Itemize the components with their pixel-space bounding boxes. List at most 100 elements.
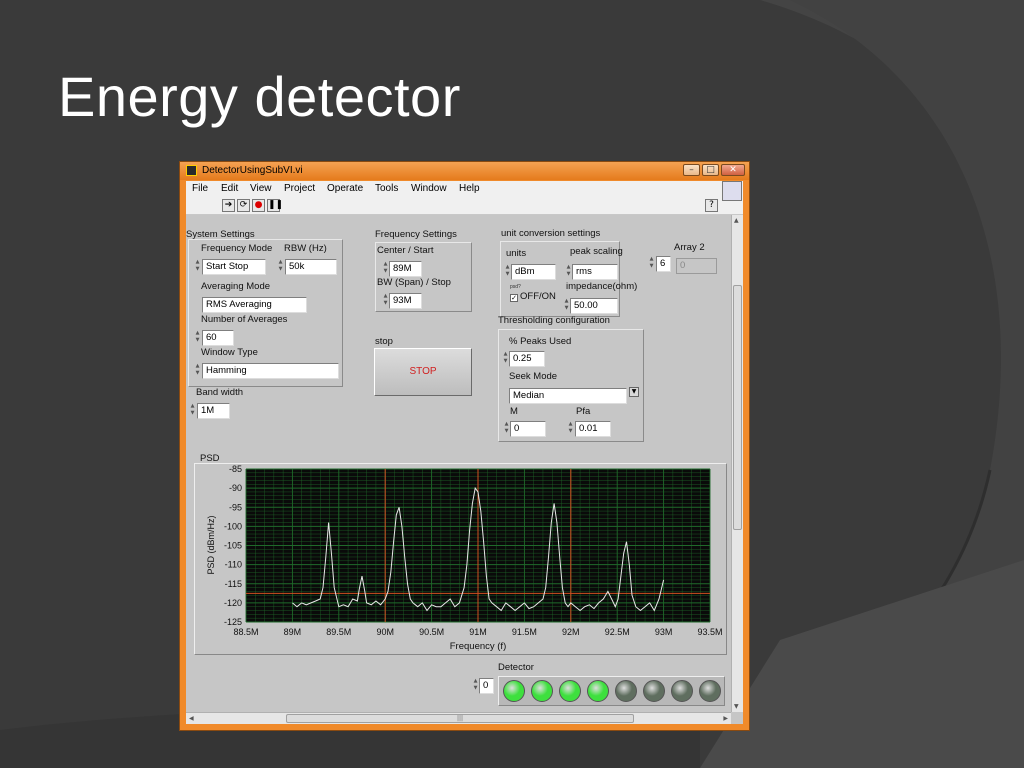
x-axis-label: Frequency (f) bbox=[450, 641, 507, 652]
detector-index-field[interactable]: 0 bbox=[479, 678, 494, 694]
horizontal-scrollbar[interactable]: ◀ ||| ▶ bbox=[186, 712, 731, 724]
vi-icon bbox=[186, 165, 197, 176]
psd-toggle-label: OFF/ON bbox=[520, 291, 556, 302]
x-tick-label: 90.5M bbox=[419, 627, 444, 637]
peak-scaling-stepper[interactable] bbox=[565, 264, 572, 280]
m-field[interactable]: 0 bbox=[510, 421, 546, 437]
vertical-scrollbar[interactable]: ▲ ▼ bbox=[731, 215, 743, 712]
menu-operate[interactable]: Operate bbox=[327, 183, 363, 194]
bandwidth-field[interactable]: 1M bbox=[197, 403, 230, 419]
frequency-mode-field[interactable]: Start Stop bbox=[202, 259, 266, 275]
x-tick-label: 91.5M bbox=[512, 627, 537, 637]
seek-mode-field[interactable]: Median bbox=[509, 388, 627, 404]
detector-index-stepper[interactable] bbox=[472, 678, 479, 694]
front-panel: System Settings Frequency Mode Start Sto… bbox=[186, 215, 743, 724]
detector-led-7 bbox=[699, 680, 721, 702]
pause-icon[interactable]: ❚❚ bbox=[267, 199, 283, 212]
y-axis-ticks: -85 -90 -95 -100 -105 -110 -115 -120 -125 bbox=[224, 464, 242, 627]
menu-view[interactable]: View bbox=[250, 183, 272, 194]
close-button[interactable]: ✕ bbox=[721, 164, 745, 176]
x-tick-label: 88.5M bbox=[233, 627, 258, 637]
bandwidth-stepper[interactable] bbox=[189, 403, 196, 419]
y-tick-label: -85 bbox=[229, 464, 242, 474]
x-tick-label: 93M bbox=[655, 627, 673, 637]
peaks-used-field[interactable]: 0.25 bbox=[509, 351, 545, 367]
menu-bar: File Edit View Project Operate Tools Win… bbox=[186, 181, 743, 197]
window-type-stepper[interactable] bbox=[194, 363, 201, 379]
span-stop-field[interactable]: 93M bbox=[389, 293, 422, 309]
psd-checkbox[interactable]: ✓ bbox=[510, 294, 518, 302]
x-tick-label: 92M bbox=[562, 627, 580, 637]
pfa-stepper[interactable] bbox=[567, 421, 574, 437]
menu-file[interactable]: File bbox=[192, 183, 208, 194]
array2-index-stepper[interactable] bbox=[648, 256, 655, 272]
run-arrow-icon[interactable]: ➔ bbox=[222, 199, 235, 212]
maximize-button[interactable]: □ bbox=[702, 164, 719, 176]
detector-led-1 bbox=[531, 680, 553, 702]
rbw-stepper[interactable] bbox=[277, 259, 284, 275]
units-stepper[interactable] bbox=[504, 264, 511, 280]
y-tick-label: -90 bbox=[229, 483, 242, 493]
scroll-down-icon[interactable]: ▼ bbox=[734, 703, 739, 710]
vi-connector-icon bbox=[722, 181, 742, 201]
detector-led-3 bbox=[587, 680, 609, 702]
scroll-left-icon[interactable]: ◀ bbox=[189, 715, 194, 722]
horizontal-scroll-thumb[interactable]: ||| bbox=[286, 714, 634, 723]
impedance-stepper[interactable] bbox=[563, 298, 570, 314]
detector-led-2 bbox=[559, 680, 581, 702]
pfa-field[interactable]: 0.01 bbox=[575, 421, 611, 437]
x-tick-label: 90M bbox=[376, 627, 394, 637]
array2-element-field: 0 bbox=[676, 258, 717, 274]
span-stop-stepper[interactable] bbox=[382, 293, 389, 309]
peak-scaling-label: peak scaling bbox=[570, 246, 623, 257]
frequency-mode-stepper[interactable] bbox=[194, 259, 201, 275]
window-title: DetectorUsingSubVI.vi bbox=[202, 165, 303, 176]
chart-title: PSD bbox=[200, 453, 220, 464]
bandwidth-label: Band width bbox=[196, 387, 244, 398]
detector-led-4 bbox=[615, 680, 637, 702]
toolbar: ➔ ⟳ ● ❚❚ ? bbox=[186, 181, 743, 215]
x-tick-label: 93.5M bbox=[697, 627, 722, 637]
menu-tools[interactable]: Tools bbox=[375, 183, 398, 194]
vertical-scroll-thumb[interactable] bbox=[733, 285, 742, 530]
minimize-button[interactable]: – bbox=[683, 164, 700, 176]
rbw-field[interactable]: 50k bbox=[285, 259, 337, 275]
averaging-mode-field[interactable]: RMS Averaging bbox=[202, 297, 307, 313]
x-axis-ticks: 88.5M 89M 89.5M 90M 90.5M 91M 91.5M 92M 92.5M 93M… bbox=[233, 627, 722, 637]
num-averages-field[interactable]: 60 bbox=[202, 330, 234, 346]
menu-edit[interactable]: Edit bbox=[221, 183, 238, 194]
frequency-mode-label: Frequency Mode bbox=[201, 243, 273, 254]
peaks-used-label: % Peaks Used bbox=[509, 336, 572, 347]
menu-window[interactable]: Window bbox=[411, 183, 447, 194]
y-tick-label: -120 bbox=[224, 598, 242, 608]
center-start-stepper[interactable] bbox=[382, 261, 389, 277]
averaging-mode-label: Averaging Mode bbox=[201, 281, 271, 292]
num-averages-label: Number of Averages bbox=[201, 314, 288, 325]
impedance-field[interactable]: 50.00 bbox=[570, 298, 618, 314]
seek-mode-label: Seek Mode bbox=[509, 371, 558, 382]
y-tick-label: -95 bbox=[229, 502, 242, 512]
m-stepper[interactable] bbox=[503, 421, 510, 437]
window-type-field[interactable]: Hamming bbox=[202, 363, 339, 379]
units-field[interactable]: dBm bbox=[511, 264, 556, 280]
detector-led-array bbox=[498, 676, 725, 706]
menu-project[interactable]: Project bbox=[284, 183, 315, 194]
psd-chart: PSD 88.5M 89M 89.5M 90M 90.5M 91M 91.5M 92M 92.5… bbox=[200, 453, 723, 652]
num-averages-stepper[interactable] bbox=[194, 330, 201, 346]
pfa-label: Pfa bbox=[576, 406, 591, 417]
detector-led-6 bbox=[671, 680, 693, 702]
help-icon[interactable]: ? bbox=[705, 199, 718, 212]
scroll-up-icon[interactable]: ▲ bbox=[734, 217, 739, 224]
chevron-down-icon[interactable]: ▼ bbox=[629, 387, 639, 397]
run-continuously-icon[interactable]: ⟳ bbox=[237, 199, 250, 212]
menu-help[interactable]: Help bbox=[459, 183, 480, 194]
array2-index-field[interactable]: 6 bbox=[656, 256, 671, 272]
stop-button[interactable]: STOP bbox=[374, 348, 472, 396]
span-stop-label: BW (Span) / Stop bbox=[377, 277, 451, 288]
peaks-used-stepper[interactable] bbox=[502, 351, 509, 367]
center-start-field[interactable]: 89M bbox=[389, 261, 422, 277]
abort-icon[interactable]: ● bbox=[252, 199, 265, 212]
peak-scaling-field[interactable]: rms bbox=[572, 264, 618, 280]
title-bar[interactable]: DetectorUsingSubVI.vi – □ ✕ bbox=[180, 162, 749, 180]
scroll-right-icon[interactable]: ▶ bbox=[723, 715, 728, 722]
